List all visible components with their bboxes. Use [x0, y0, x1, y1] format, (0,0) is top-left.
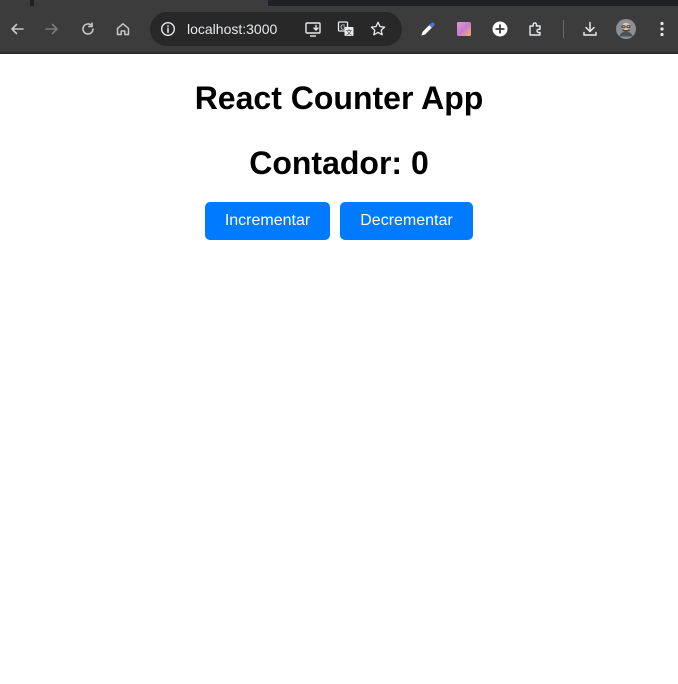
home-icon[interactable] [108, 14, 138, 44]
add-circle-extension-icon[interactable] [485, 14, 515, 44]
site-info-icon[interactable] [158, 19, 178, 39]
address-bar[interactable]: localhost:3000 G文 [150, 12, 402, 46]
back-arrow-icon[interactable] [2, 14, 32, 44]
browser-chrome: localhost:3000 G文 [0, 0, 678, 54]
profile-avatar[interactable] [611, 14, 641, 44]
translate-icon[interactable]: G文 [334, 17, 358, 41]
color-swatch-extension-icon[interactable] [449, 14, 479, 44]
toolbar-separator [563, 20, 564, 38]
app-title: React Counter App [194, 80, 484, 116]
increment-button[interactable]: Incrementar [205, 202, 330, 240]
svg-text:文: 文 [346, 28, 353, 37]
browser-toolbar: localhost:3000 G文 [0, 6, 678, 52]
extensions-puzzle-icon[interactable] [521, 14, 551, 44]
install-app-icon[interactable] [301, 17, 325, 41]
eyedropper-extension-icon[interactable] [413, 14, 443, 44]
download-icon[interactable] [575, 14, 605, 44]
url-text[interactable]: localhost:3000 [187, 20, 277, 38]
decrement-button[interactable]: Decrementar [340, 202, 473, 240]
forward-arrow-icon[interactable] [37, 14, 67, 44]
bookmark-star-icon[interactable] [366, 17, 390, 41]
page-content: React Counter App Contador: 0 Incrementa… [0, 54, 678, 684]
reload-icon[interactable] [73, 14, 103, 44]
counter-display: Contador: 0 [249, 145, 429, 181]
kebab-menu-icon[interactable] [647, 14, 677, 44]
